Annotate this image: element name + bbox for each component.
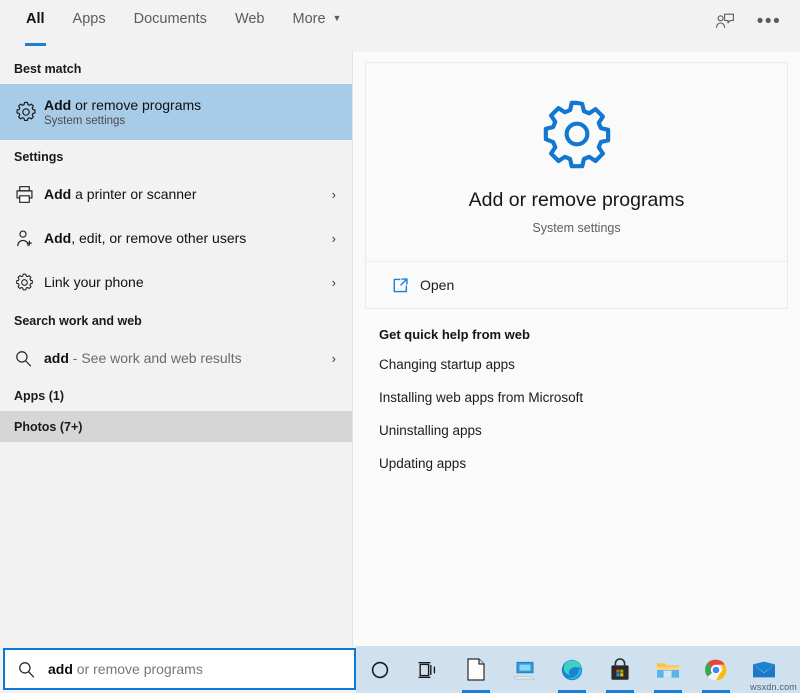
- chevron-right-icon: ›: [332, 275, 342, 290]
- chevron-right-icon: ›: [332, 187, 342, 202]
- tab-web[interactable]: Web: [221, 0, 279, 52]
- search-icon: [14, 349, 44, 368]
- search-input-value: add or remove programs: [48, 661, 203, 677]
- filter-tabs: All Apps Documents Web More ▼: [0, 0, 355, 52]
- search-web-header: Search work and web: [0, 304, 352, 336]
- file-explorer-button[interactable]: [644, 646, 692, 693]
- search-icon: [17, 660, 36, 679]
- microsoft-store-icon: [609, 658, 631, 682]
- printer-icon: [14, 184, 44, 205]
- best-match-title-bold: Add: [44, 97, 71, 113]
- search-input[interactable]: add or remove programs: [3, 648, 356, 690]
- file-explorer-icon: [655, 659, 681, 681]
- tab-more[interactable]: More ▼: [279, 0, 356, 52]
- results-list: Best match Add or remove programs System…: [0, 52, 353, 646]
- task-view-button[interactable]: [404, 646, 452, 693]
- settings-header: Settings: [0, 140, 352, 172]
- tab-apps-label: Apps: [73, 11, 106, 27]
- quick-help-header: Get quick help from web: [379, 327, 788, 342]
- cortana-button[interactable]: [356, 646, 404, 693]
- tab-web-label: Web: [235, 11, 265, 27]
- settings-item-users[interactable]: Add, edit, or remove other users ›: [0, 216, 352, 260]
- help-link-updating-apps[interactable]: Updating apps: [379, 447, 788, 480]
- header-actions: •••: [708, 0, 800, 52]
- chrome-button[interactable]: [692, 646, 740, 693]
- preview-pane: Add or remove programs System settings O…: [353, 52, 800, 646]
- settings-item-printer[interactable]: Add a printer or scanner ›: [0, 172, 352, 216]
- web-search-text: add - See work and web results: [44, 350, 332, 366]
- search-typed-text: add: [48, 661, 73, 677]
- web-search-item[interactable]: add - See work and web results ›: [0, 336, 352, 380]
- search-suggestion-text: or remove programs: [73, 661, 203, 677]
- task-view-icon: [417, 660, 439, 680]
- tab-documents[interactable]: Documents: [120, 0, 221, 52]
- settings-item-link-phone[interactable]: Link your phone ›: [0, 260, 352, 304]
- preview-title: Add or remove programs: [366, 189, 787, 212]
- results-body: Best match Add or remove programs System…: [0, 52, 800, 646]
- tab-documents-label: Documents: [134, 11, 207, 27]
- settings-phone-rest: Link your phone: [44, 274, 144, 290]
- remote-desktop-icon: [511, 659, 537, 681]
- best-match-text: Add or remove programs System settings: [44, 97, 342, 127]
- result-best-match[interactable]: Add or remove programs System settings: [0, 84, 352, 140]
- preview-card: Add or remove programs System settings: [365, 62, 788, 261]
- gear-icon: [14, 272, 44, 293]
- tab-all-label: All: [26, 11, 45, 27]
- chevron-down-icon: ▼: [333, 13, 342, 23]
- libreoffice-button[interactable]: [452, 646, 500, 693]
- libreoffice-icon: [465, 657, 487, 682]
- best-match-title: Add or remove programs: [44, 97, 342, 113]
- apps-count-header[interactable]: Apps (1): [0, 380, 352, 411]
- feedback-button[interactable]: [708, 6, 742, 36]
- photos-count-header[interactable]: Photos (7+): [0, 411, 352, 442]
- settings-printer-rest: a printer or scanner: [71, 186, 196, 202]
- help-link-changing-startup-apps[interactable]: Changing startup apps: [379, 348, 788, 381]
- preview-subtitle: System settings: [366, 221, 787, 235]
- best-match-header: Best match: [0, 52, 352, 84]
- tab-all[interactable]: All: [12, 0, 59, 52]
- settings-printer-bold: Add: [44, 186, 71, 202]
- settings-users-rest: , edit, or remove other users: [71, 230, 246, 246]
- cortana-icon: [369, 659, 391, 681]
- settings-item-link-phone-text: Link your phone: [44, 274, 332, 290]
- open-action[interactable]: Open: [365, 261, 788, 309]
- ellipsis-icon: •••: [757, 12, 781, 31]
- search-header: All Apps Documents Web More ▼: [0, 0, 800, 52]
- settings-item-users-text: Add, edit, or remove other users: [44, 230, 332, 246]
- chevron-right-icon: ›: [332, 231, 342, 246]
- edge-button[interactable]: [548, 646, 596, 693]
- taskbar: wsxdn.com: [356, 646, 800, 693]
- quick-help-section: Get quick help from web Changing startup…: [365, 327, 788, 480]
- external-link-icon: [392, 277, 420, 294]
- remote-desktop-button[interactable]: [500, 646, 548, 693]
- best-match-subtitle: System settings: [44, 115, 342, 127]
- mail-icon: [751, 659, 777, 681]
- tab-apps[interactable]: Apps: [59, 0, 120, 52]
- settings-users-bold: Add: [44, 230, 71, 246]
- tab-more-label: More: [293, 11, 326, 27]
- search-flyout: All Apps Documents Web More ▼: [0, 0, 800, 693]
- web-search-suffix: - See work and web results: [69, 350, 242, 366]
- taskbar-search-row: add or remove programs: [0, 646, 800, 693]
- chevron-right-icon: ›: [332, 351, 342, 366]
- microsoft-store-button[interactable]: [596, 646, 644, 693]
- edge-icon: [560, 658, 584, 682]
- gear-icon: [14, 100, 44, 124]
- best-match-title-rest: or remove programs: [71, 97, 201, 113]
- feedback-person-icon: [715, 12, 735, 31]
- settings-item-printer-text: Add a printer or scanner: [44, 186, 332, 202]
- open-label: Open: [420, 277, 454, 293]
- help-link-installing-web-apps[interactable]: Installing web apps from Microsoft: [379, 381, 788, 414]
- help-link-uninstalling-apps[interactable]: Uninstalling apps: [379, 414, 788, 447]
- watermark: wsxdn.com: [750, 682, 797, 692]
- chrome-icon: [704, 658, 728, 682]
- gear-icon-large: [540, 97, 614, 171]
- more-options-button[interactable]: •••: [752, 6, 786, 36]
- web-search-query: add: [44, 350, 69, 366]
- person-add-icon: [14, 228, 44, 249]
